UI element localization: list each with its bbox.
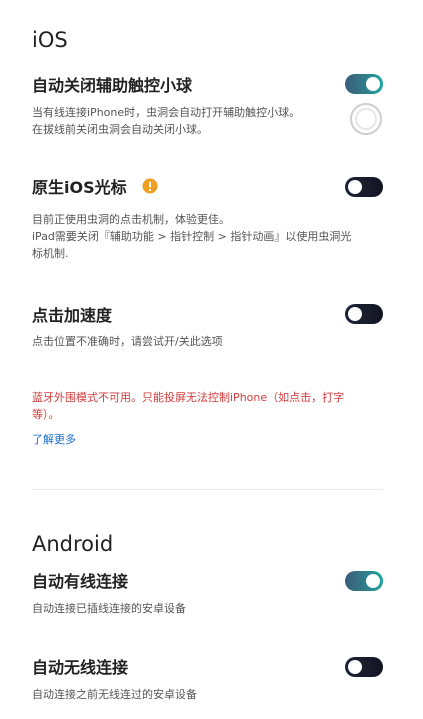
assistive-touch-toggle[interactable] — [345, 74, 383, 94]
assistive-touch-title: 自动关闭辅助触控小球 — [32, 76, 193, 95]
native-cursor-description: 目前正使用虫洞的点击机制，体验更佳。 iPad需要关闭『辅助功能 > 指针控制 … — [32, 211, 351, 262]
description-line: 当有线连接iPhone时，虫洞会自动打开辅助触控小球。 — [32, 106, 301, 119]
description-line: 在拔线前关闭虫洞会自动关闭小球。 — [32, 123, 208, 136]
description-line: 标机制. — [32, 247, 69, 260]
auto-wired-title: 自动有线连接 — [32, 572, 129, 591]
click-accel-title: 点击加速度 — [32, 306, 113, 325]
learn-more-link[interactable]: 了解更多 — [32, 432, 76, 448]
toggle-knob — [348, 307, 362, 321]
toggle-knob — [348, 180, 362, 194]
native-cursor-title: 原生iOS光标 — [32, 178, 127, 197]
click-accel-description: 点击位置不准确时，请尝试开/关此选项 — [32, 335, 223, 348]
description-line: 目前正使用虫洞的点击机制，体验更佳。 — [32, 213, 230, 226]
settings-page: iOS 自动关闭辅助触控小球 当有线连接iPhone时，虫洞会自动打开辅助触控小… — [0, 0, 423, 719]
section-title-android: Android — [32, 532, 114, 556]
description-line: iPad需要关闭『辅助功能 > 指针控制 > 指针动画』以使用虫洞光 — [32, 230, 352, 243]
auto-wireless-toggle[interactable] — [345, 657, 383, 677]
assistive-touch-icon-inner — [355, 108, 377, 130]
section-title-ios: iOS — [32, 28, 68, 52]
assistive-touch-icon — [350, 103, 382, 135]
toggle-knob — [348, 660, 362, 674]
auto-wireless-title: 自动无线连接 — [32, 658, 129, 677]
error-line: 蓝牙外围模式不可用。只能投屏无法控制iPhone（如点击，打字 — [32, 391, 345, 404]
native-cursor-toggle[interactable] — [345, 177, 383, 197]
click-accel-toggle[interactable] — [345, 304, 383, 324]
bluetooth-error-message: 蓝牙外围模式不可用。只能投屏无法控制iPhone（如点击，打字 等）。 — [32, 389, 382, 423]
auto-wireless-description: 自动连接之前无线连过的安卓设备 — [32, 688, 197, 701]
assistive-touch-description: 当有线连接iPhone时，虫洞会自动打开辅助触控小球。 在拔线前关闭虫洞会自动关… — [32, 104, 300, 138]
toggle-knob — [366, 77, 380, 91]
error-line: 等）。 — [32, 408, 60, 421]
section-divider — [32, 489, 383, 490]
auto-wired-description: 自动连接已插线连接的安卓设备 — [32, 602, 186, 615]
toggle-knob — [366, 574, 380, 588]
warning-icon — [142, 178, 158, 194]
auto-wired-toggle[interactable] — [345, 571, 383, 591]
